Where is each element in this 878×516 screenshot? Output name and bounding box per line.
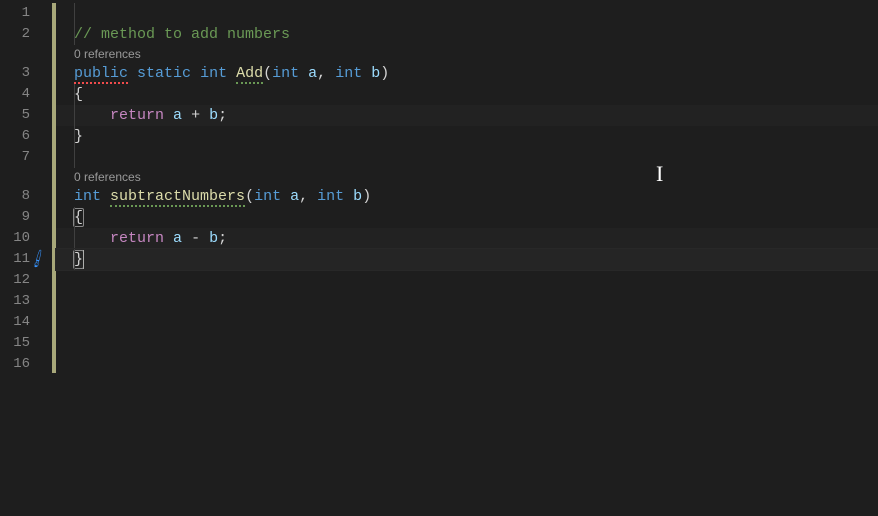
method-subtract: subtractNumbers bbox=[110, 188, 245, 207]
code-line[interactable]: public static int Add(int a, int b) bbox=[56, 63, 878, 84]
comment-text: // method to add numbers bbox=[74, 26, 290, 43]
type-int: int bbox=[335, 65, 362, 82]
line-number: 4 bbox=[0, 84, 52, 105]
operator-minus: - bbox=[182, 230, 209, 247]
var-b: b bbox=[209, 107, 218, 124]
line-number: 11 🖌 bbox=[0, 249, 52, 270]
code-line[interactable]: int subtractNumbers(int a, int b) bbox=[56, 186, 878, 207]
method-add: Add bbox=[236, 65, 263, 84]
line-number: 9 bbox=[0, 207, 52, 228]
line-number: 15 bbox=[0, 333, 52, 354]
code-line[interactable] bbox=[56, 270, 878, 291]
text-cursor bbox=[83, 250, 84, 269]
code-line[interactable] bbox=[56, 3, 878, 24]
indent-guide bbox=[74, 207, 75, 228]
code-line[interactable]: { bbox=[56, 207, 878, 228]
paren-open: ( bbox=[245, 188, 254, 205]
indent-guide bbox=[74, 249, 75, 270]
code-line[interactable]: } bbox=[56, 126, 878, 147]
param-b: b bbox=[353, 188, 362, 205]
brace-close: } bbox=[74, 128, 83, 145]
keyword-return: return bbox=[110, 230, 164, 247]
paren-open: ( bbox=[263, 65, 272, 82]
codelens-references[interactable]: 0 references bbox=[56, 45, 878, 63]
keyword-return: return bbox=[110, 107, 164, 124]
line-number: 6 bbox=[0, 126, 52, 147]
indent-guide bbox=[74, 3, 75, 24]
line-number: 13 bbox=[0, 291, 52, 312]
line-number: 7 bbox=[0, 147, 52, 168]
indent-guide bbox=[74, 84, 75, 105]
code-content[interactable]: // method to add numbers 0 references pu… bbox=[56, 0, 878, 516]
code-line[interactable]: return a - b; bbox=[56, 228, 878, 249]
ibeam-cursor-icon: I bbox=[656, 163, 663, 185]
type-int: int bbox=[74, 188, 101, 205]
line-number-gutter: 1 2 3 4 5 6 7 8 9 10 11 🖌 12 13 14 15 16 bbox=[0, 0, 52, 516]
var-a: a bbox=[173, 230, 182, 247]
code-line[interactable] bbox=[56, 312, 878, 333]
code-line[interactable]: { bbox=[56, 84, 878, 105]
paren-close: ) bbox=[380, 65, 389, 82]
operator-plus: + bbox=[182, 107, 209, 124]
var-b: b bbox=[209, 230, 218, 247]
comma: , bbox=[299, 188, 317, 205]
code-line[interactable] bbox=[56, 354, 878, 375]
semicolon: ; bbox=[218, 107, 227, 124]
param-b: b bbox=[371, 65, 380, 82]
line-number: 3 bbox=[0, 63, 52, 84]
indent-guide bbox=[74, 105, 75, 126]
indent-guide bbox=[74, 24, 75, 45]
brace-open: { bbox=[74, 86, 83, 103]
code-line[interactable]: // method to add numbers bbox=[56, 24, 878, 45]
param-a: a bbox=[290, 188, 299, 205]
code-line-current[interactable]: } bbox=[56, 249, 878, 270]
line-number: 8 bbox=[0, 186, 52, 207]
comma: , bbox=[317, 65, 335, 82]
brace-open: { bbox=[74, 209, 83, 226]
paren-close: ) bbox=[362, 188, 371, 205]
indent-guide bbox=[74, 228, 75, 249]
code-line[interactable] bbox=[56, 291, 878, 312]
keyword-public: public bbox=[74, 65, 128, 84]
type-int: int bbox=[200, 65, 227, 82]
code-line[interactable] bbox=[56, 333, 878, 354]
keyword-static: static bbox=[137, 65, 191, 82]
type-int: int bbox=[317, 188, 344, 205]
code-editor[interactable]: 1 2 3 4 5 6 7 8 9 10 11 🖌 12 13 14 15 16… bbox=[0, 0, 878, 516]
line-number: 12 bbox=[0, 270, 52, 291]
line-number: 1 bbox=[0, 3, 52, 24]
code-line[interactable]: return a + b; bbox=[56, 105, 878, 126]
semicolon: ; bbox=[218, 230, 227, 247]
param-a: a bbox=[308, 65, 317, 82]
brace-close: } bbox=[74, 251, 83, 268]
line-number: 16 bbox=[0, 354, 52, 375]
type-int: int bbox=[272, 65, 299, 82]
type-int: int bbox=[254, 188, 281, 205]
codelens-references[interactable]: 0 references bbox=[56, 168, 878, 186]
code-line[interactable] bbox=[56, 147, 878, 168]
line-number: 14 bbox=[0, 312, 52, 333]
line-number: 5 bbox=[0, 105, 52, 126]
indent-guide bbox=[74, 147, 75, 168]
var-a: a bbox=[173, 107, 182, 124]
line-number: 2 bbox=[0, 24, 52, 45]
indent-guide bbox=[74, 126, 75, 147]
line-number: 10 bbox=[0, 228, 52, 249]
